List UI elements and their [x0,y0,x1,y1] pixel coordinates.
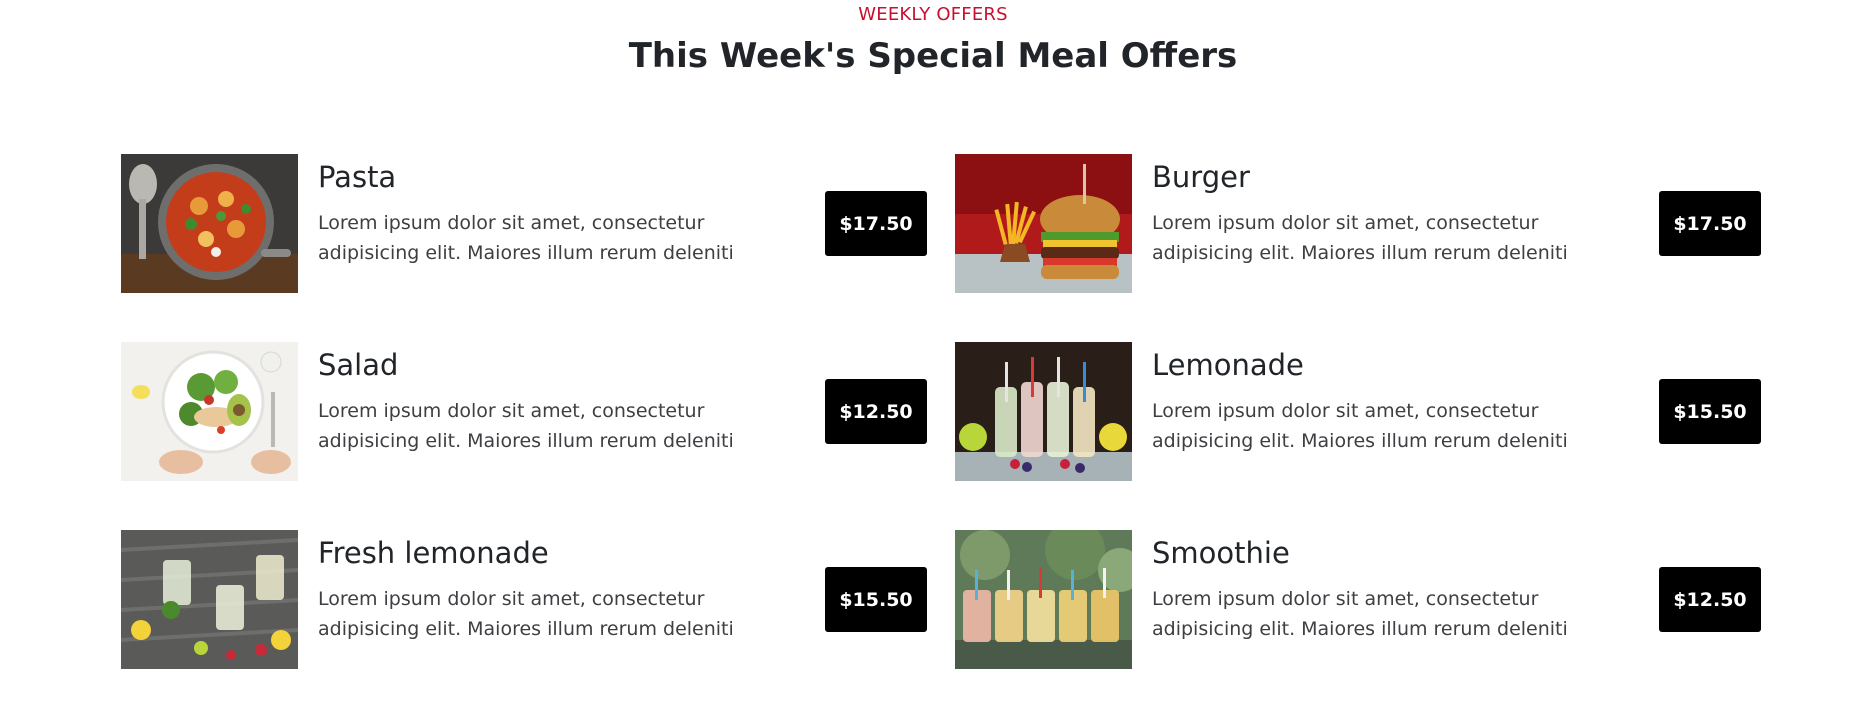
offer-item-burger: Burger Lorem ipsum dolor sit amet, conse… [955,154,1775,293]
offer-description: Lorem ipsum dolor sit amet, consectetur … [1152,400,1568,452]
offer-item-pasta: Pasta Lorem ipsum dolor sit amet, consec… [121,154,941,293]
price-button[interactable]: $17.50 [1659,191,1761,256]
price-button[interactable]: $12.50 [1659,567,1761,632]
offer-description: Lorem ipsum dolor sit amet, consectetur … [318,588,734,640]
price-button[interactable]: $15.50 [1659,379,1761,444]
offer-description: Lorem ipsum dolor sit amet, consectetur … [318,400,734,452]
offer-description: Lorem ipsum dolor sit amet, consectetur … [1152,588,1568,640]
offer-item-salad: Salad Lorem ipsum dolor sit amet, consec… [121,342,941,481]
offer-name: Burger [1152,160,1250,194]
offer-item-lemonade: Lemonade Lorem ipsum dolor sit amet, con… [955,342,1775,481]
offer-name: Salad [318,348,399,382]
offer-name: Lemonade [1152,348,1304,382]
offer-item-smoothie: Smoothie Lorem ipsum dolor sit amet, con… [955,530,1775,669]
pasta-dish-photo [121,154,298,293]
section-title: This Week's Special Meal Offers [628,36,1238,76]
offer-description: Lorem ipsum dolor sit amet, consectetur … [1152,212,1568,264]
offer-name: Smoothie [1152,536,1290,570]
section-eyebrow: WEEKLY OFFERS [858,4,1008,25]
offer-item-fresh-lemonade: Fresh lemonade Lorem ipsum dolor sit ame… [121,530,941,669]
price-button[interactable]: $15.50 [825,567,927,632]
fresh-lemonade-glasses-photo [121,530,298,669]
offer-description: Lorem ipsum dolor sit amet, consectetur … [318,212,734,264]
burger-fries-photo [955,154,1132,293]
salad-bowl-photo [121,342,298,481]
offer-name: Fresh lemonade [318,536,549,570]
price-button[interactable]: $12.50 [825,379,927,444]
lemonade-bottles-photo [955,342,1132,481]
offer-name: Pasta [318,160,397,194]
smoothie-jars-photo [955,530,1132,669]
price-button[interactable]: $17.50 [825,191,927,256]
